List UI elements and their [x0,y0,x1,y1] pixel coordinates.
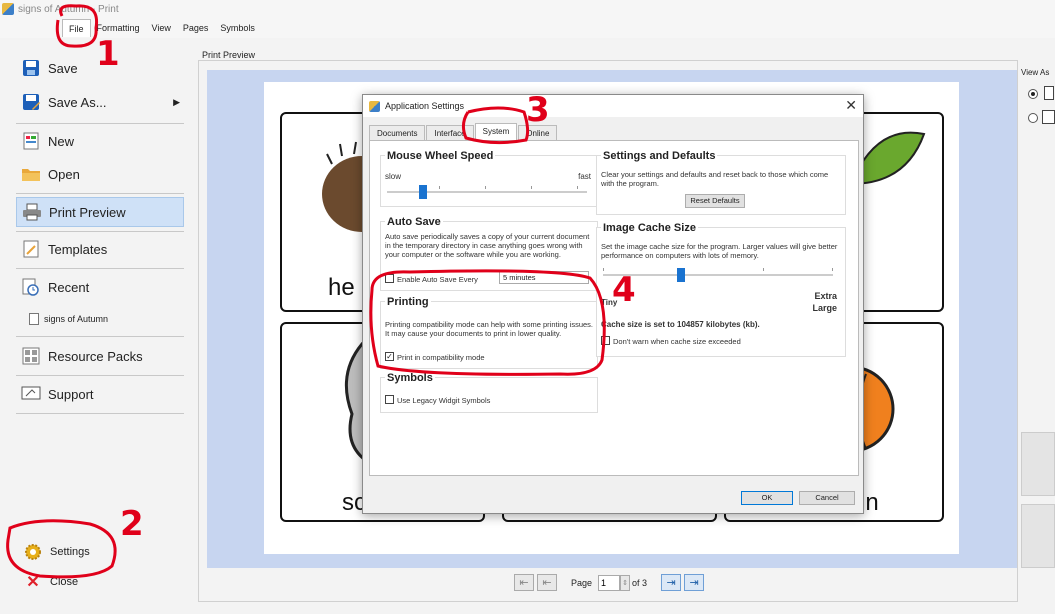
annotation-step-1: 1 [96,34,120,74]
annotation-circle-settings [6,519,117,579]
annotation-step-2: 2 [120,504,144,544]
annotation-circle-file [55,4,99,48]
annotation-step-3: 3 [526,90,550,130]
annotation-circle-printing [369,269,606,376]
annotation-step-4: 4 [612,270,636,310]
annotation-circle-system-tab [461,106,530,145]
